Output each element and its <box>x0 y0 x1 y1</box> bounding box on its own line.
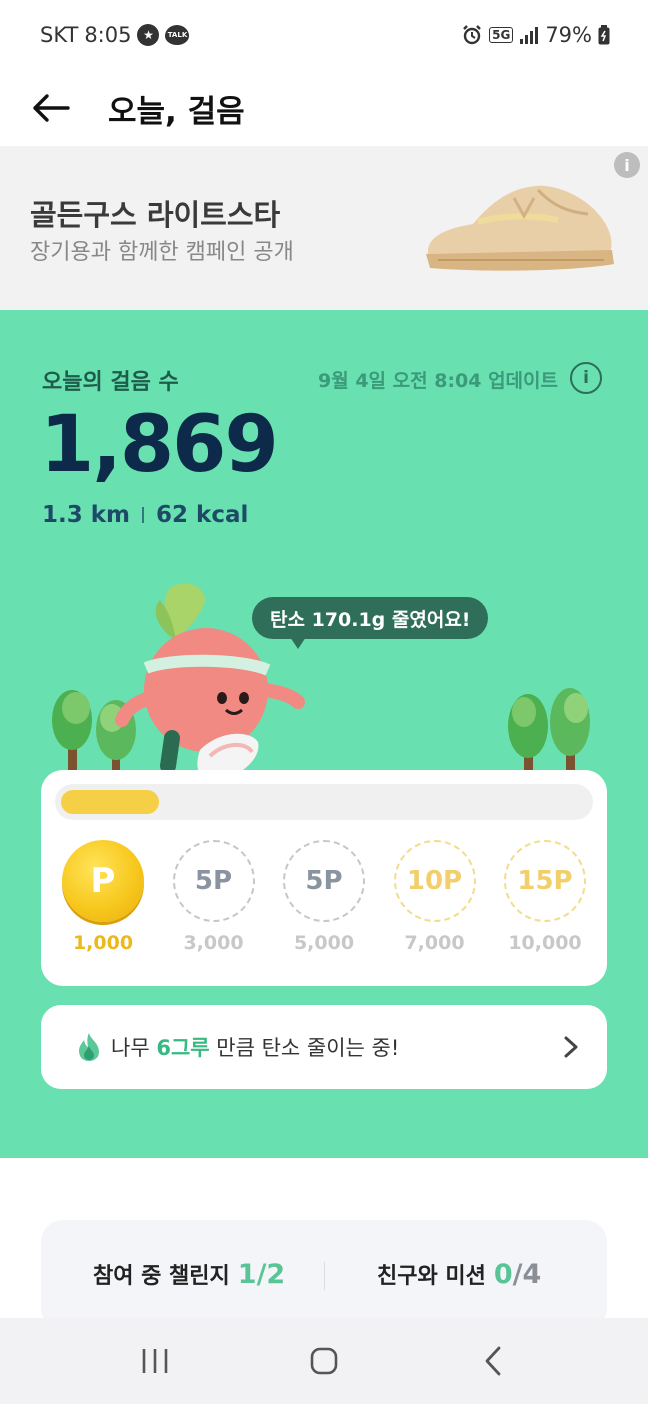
active-challenges-count: 1/2 <box>238 1259 285 1290</box>
active-challenges[interactable]: 참여 중 챌린지 1/2 <box>93 1258 285 1290</box>
friend-missions-count: 0/4 <box>494 1259 541 1290</box>
fire-icon <box>79 1033 99 1061</box>
sneaker-image <box>426 185 614 271</box>
milestone-steps: 5,000 <box>293 932 355 954</box>
ad-info-icon[interactable]: i <box>614 152 640 178</box>
carrier-label: SKT <box>40 23 79 47</box>
active-challenges-total: /2 <box>256 1259 286 1290</box>
active-challenges-done: 1 <box>237 1259 257 1290</box>
milestone-steps: 10,000 <box>508 932 582 954</box>
tree-carbon-banner[interactable]: 나무 6그루 만큼 탄소 줄이는 중! <box>41 1005 607 1089</box>
chevron-right-icon <box>564 1036 578 1058</box>
ad-title: 골든구스 라이트스타 <box>30 198 281 232</box>
step-count: 1,869 <box>40 400 279 490</box>
steps-section: 오늘의 걸음 수 9월 4일 오전 8:04 업데이트 i 1,869 1.3 … <box>0 310 648 1158</box>
tree-count: 6그루 <box>156 1036 210 1060</box>
recents-icon <box>142 1349 167 1373</box>
ad-banner[interactable]: 골든구스 라이트스타 장기용과 함께한 캠페인 공개 i <box>0 146 648 310</box>
tree-banner-text: 나무 6그루 만큼 탄소 줄이는 중! <box>111 1032 399 1062</box>
steps-info-icon[interactable]: i <box>570 362 602 394</box>
milestone-steps: 3,000 <box>183 932 244 954</box>
star-notification-icon: ★ <box>137 24 160 46</box>
system-nav-bar <box>0 1318 648 1404</box>
milestone-steps: 1,000 <box>72 932 134 954</box>
signal-icon <box>520 27 539 44</box>
milestone-coin: 10P <box>393 840 476 922</box>
tree-prefix: 나무 <box>111 1036 157 1060</box>
bubble-tail <box>290 637 306 649</box>
home-button[interactable] <box>294 1331 354 1391</box>
step-progress-bar <box>55 784 593 820</box>
milestone-item[interactable]: 10P 7,000 <box>385 840 485 954</box>
arrow-left-icon <box>33 94 70 122</box>
friend-missions-label: 친구와 미션 <box>377 1264 486 1289</box>
battery-percent: 79% <box>545 23 592 47</box>
left-trees <box>52 690 136 770</box>
clock-time: 8:05 <box>84 23 132 47</box>
status-right: 5G 79% <box>461 23 610 47</box>
home-icon <box>310 1347 338 1375</box>
friend-missions-done: 0 <box>493 1259 513 1290</box>
distance-value: 1.3 km <box>42 502 131 528</box>
challenge-divider <box>324 1262 325 1290</box>
milestone-coin: 15P <box>504 840 586 922</box>
step-progress-fill <box>61 790 159 814</box>
alarm-icon <box>463 25 481 45</box>
ad-subtitle: 장기용과 함께한 캠페인 공개 <box>30 240 294 265</box>
talk-notification-icon: TALK <box>165 25 190 45</box>
nav-back-button[interactable] <box>463 1331 523 1391</box>
milestone-item[interactable]: 15P 10,000 <box>495 840 595 954</box>
challenge-card: 참여 중 챌린지 1/2 친구와 미션 0/4 <box>41 1220 607 1330</box>
milestone-coin: 5P <box>172 840 255 922</box>
calories-value: 62 kcal <box>156 502 249 528</box>
update-time: 9월 4일 오전 8:04 업데이트 <box>318 370 558 392</box>
recents-button[interactable] <box>125 1331 185 1391</box>
page-title: 오늘, 걸음 <box>108 93 245 130</box>
distance-calories: 1.3 km 62 kcal <box>42 502 248 528</box>
point-coin-icon: P <box>62 840 144 922</box>
network-5g-icon: 5G <box>489 27 514 43</box>
tree-suffix: 만큼 탄소 줄이는 중! <box>209 1036 400 1060</box>
milestone-steps: 7,000 <box>404 932 465 954</box>
battery-icon <box>598 25 610 45</box>
milestone-coin: 5P <box>283 840 365 922</box>
friend-missions-total: /4 <box>512 1259 542 1290</box>
nav-back-icon <box>485 1346 501 1376</box>
reward-card: P 1,000 5P 3,000 5P 5,000 10P 7,000 15P 10,000 <box>41 770 607 986</box>
friend-missions[interactable]: 친구와 미션 0/4 <box>377 1258 541 1290</box>
app-header: 오늘, 걸음 <box>0 70 648 146</box>
divider <box>142 507 145 523</box>
right-trees <box>508 688 590 772</box>
active-challenges-label: 참여 중 챌린지 <box>93 1264 230 1289</box>
steps-label: 오늘의 걸음 수 <box>42 370 179 395</box>
carbon-bubble: 탄소 170.1g 줄였어요! <box>252 597 489 639</box>
milestone-list: P 1,000 5P 3,000 5P 5,000 10P 7,000 15P 10,000 <box>53 840 595 954</box>
milestone-item[interactable]: P 1,000 <box>53 840 153 954</box>
milestone-item[interactable]: 5P 5,000 <box>274 840 374 954</box>
back-button[interactable] <box>30 87 72 129</box>
status-left: SKT 8:05 ★ TALK <box>40 23 190 47</box>
status-bar: SKT 8:05 ★ TALK 5G 79% <box>0 0 648 70</box>
milestone-item[interactable]: 5P 3,000 <box>164 840 264 954</box>
